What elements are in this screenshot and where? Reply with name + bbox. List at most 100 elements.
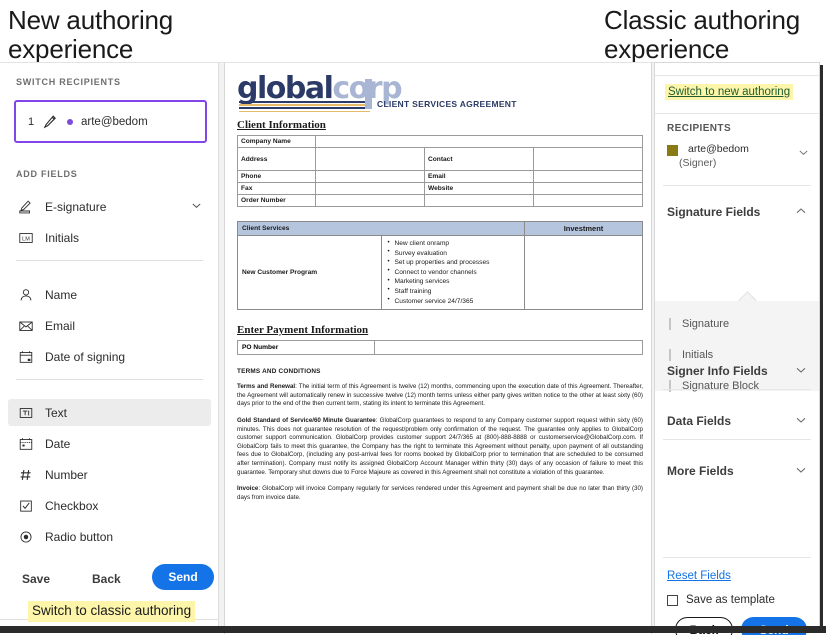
field-item-email[interactable]: Email — [8, 312, 211, 339]
cell-value[interactable] — [315, 135, 643, 148]
field-label: Initials — [45, 230, 80, 245]
table-row: New Customer Program New client onramp S… — [237, 234, 643, 311]
po-number-value[interactable] — [374, 340, 643, 356]
drag-handle-icon[interactable] — [669, 317, 671, 330]
client-information-heading: Client Information — [237, 119, 326, 131]
pencil-icon — [42, 114, 58, 130]
chevron-down-icon[interactable] — [795, 464, 807, 479]
cell-label: Company Name — [237, 135, 316, 148]
globalcorp-logo: globalcorp CLIENT SERVICES AGREEMENT — [237, 71, 643, 116]
add-fields-label: ADD FIELDS — [16, 169, 78, 179]
logo-tail-shape — [365, 79, 372, 109]
investment-value-cell[interactable] — [524, 234, 643, 311]
cell-value[interactable] — [315, 194, 425, 207]
cell-label: Contact — [424, 147, 534, 171]
field-label: Signature — [682, 317, 730, 330]
accordion-label: Data Fields — [667, 414, 732, 428]
services-list: New client onramp Survey evaluation Set … — [386, 239, 521, 306]
table-row: Order Number — [237, 194, 643, 207]
payment-information-heading: Enter Payment Information — [237, 324, 369, 337]
save-as-template-row[interactable]: Save as template — [667, 594, 775, 606]
cell-value[interactable] — [533, 170, 643, 183]
accordion-signer-info-fields[interactable]: Signer Info Fields — [655, 356, 819, 386]
cell-value[interactable] — [533, 194, 643, 207]
document-subtitle: CLIENT SERVICES AGREEMENT — [377, 99, 517, 109]
back-button[interactable]: Back — [92, 572, 121, 586]
chevron-down-icon[interactable] — [191, 200, 202, 214]
field-label: Text — [45, 405, 68, 420]
table-header-row: Client Services Investment — [237, 221, 643, 236]
switch-to-classic-authoring-link[interactable]: Switch to classic authoring — [28, 601, 196, 622]
logo-bars — [239, 101, 370, 114]
field-item-radio-button[interactable]: Radio button — [8, 523, 211, 550]
field-item-number[interactable]: Number — [8, 461, 211, 488]
divider — [663, 557, 811, 558]
field-item-checkbox[interactable]: Checkbox — [8, 492, 211, 519]
table-row: Phone Email — [237, 170, 643, 183]
list-item: Survey evaluation — [388, 248, 521, 259]
list-item: Customer service 24/7/365 — [388, 296, 521, 307]
recipient-email: arte@bedom — [688, 143, 749, 155]
page-title-classic-authoring: Classic authoring experience — [604, 5, 801, 64]
field-item-date-of-signing[interactable]: Date of signing — [8, 343, 211, 370]
switch-to-new-authoring-link[interactable]: Switch to new authoring — [665, 84, 794, 100]
field-item-name[interactable]: Name — [8, 281, 211, 308]
cell-value[interactable] — [424, 194, 534, 207]
cell-label: Address — [237, 147, 316, 171]
calendar-icon — [17, 348, 34, 365]
divider — [655, 113, 819, 114]
chevron-down-icon[interactable] — [795, 364, 807, 379]
cell-value[interactable] — [533, 147, 643, 171]
terms-body: : GlobalCorp guarantees to respond to an… — [237, 416, 643, 476]
chevron-down-icon[interactable] — [798, 145, 809, 163]
reset-fields-link[interactable]: Reset Fields — [667, 570, 731, 582]
cell-label: Fax — [237, 182, 316, 195]
radio-button-icon — [17, 528, 34, 545]
field-item-e-signature[interactable]: E-signature — [8, 193, 211, 220]
accordion-label: More Fields — [667, 464, 734, 478]
list-item: Marketing services — [388, 277, 521, 287]
checkbox-icon[interactable] — [667, 594, 678, 606]
cell-value[interactable] — [315, 147, 425, 171]
cell-value[interactable] — [315, 182, 425, 195]
document-page[interactable]: globalcorp CLIENT SERVICES AGREEMENT Cli… — [224, 63, 652, 634]
new-authoring-sidebar: SWITCH RECIPIENTS 1 arte@bedom ADD FIELD… — [0, 62, 219, 633]
cell-label: Phone — [237, 170, 316, 183]
divider — [16, 260, 203, 261]
list-item: Staff training — [388, 286, 521, 297]
field-item-text[interactable]: Text — [8, 399, 211, 426]
client-information-table: Company Name Address Contact Phone Email — [237, 135, 643, 207]
recipients-label: RECIPIENTS — [667, 123, 732, 134]
chevron-up-icon[interactable] — [795, 205, 807, 220]
chevron-down-icon[interactable] — [795, 414, 807, 429]
accordion-label: Signer Info Fields — [667, 364, 768, 378]
table-row: Address Contact — [237, 147, 643, 171]
drag-field-signature[interactable]: Signature — [669, 313, 809, 334]
send-button[interactable]: Send — [152, 564, 214, 590]
recipient-color-dot — [67, 118, 73, 125]
field-item-initials[interactable]: LM Initials — [8, 224, 211, 251]
field-label: Radio button — [45, 529, 114, 544]
svg-text:LM: LM — [22, 236, 30, 242]
recipient-email: arte@bedom — [81, 115, 148, 128]
accordion-more-fields[interactable]: More Fields — [655, 456, 819, 486]
save-button[interactable]: Save — [22, 572, 50, 586]
page-title-new-authoring: New authoring experience — [8, 5, 174, 64]
divider — [16, 379, 203, 380]
list-item: Set up properties and processes — [388, 258, 521, 268]
divider — [655, 75, 819, 76]
switch-recipients-label: SWITCH RECIPIENTS — [16, 77, 121, 87]
terms-paragraph: Invoice: GlobalCorp will invoice Company… — [237, 485, 643, 502]
program-name-cell: New Customer Program — [237, 234, 382, 311]
recipient-selector-card[interactable]: 1 arte@bedom — [14, 100, 207, 143]
terms-body: : The initial term of this Agreement is … — [237, 383, 644, 408]
accordion-data-fields[interactable]: Data Fields — [655, 406, 819, 436]
field-label: Date — [45, 436, 71, 451]
recipient-color-swatch — [667, 145, 678, 156]
field-item-date[interactable]: Date — [8, 430, 211, 457]
cell-value[interactable] — [315, 170, 425, 183]
cell-label: Website — [424, 182, 534, 195]
cell-value[interactable] — [533, 182, 643, 195]
window-bottom-shadow — [0, 626, 826, 633]
accordion-signature-fields[interactable]: Signature Fields — [655, 197, 819, 227]
